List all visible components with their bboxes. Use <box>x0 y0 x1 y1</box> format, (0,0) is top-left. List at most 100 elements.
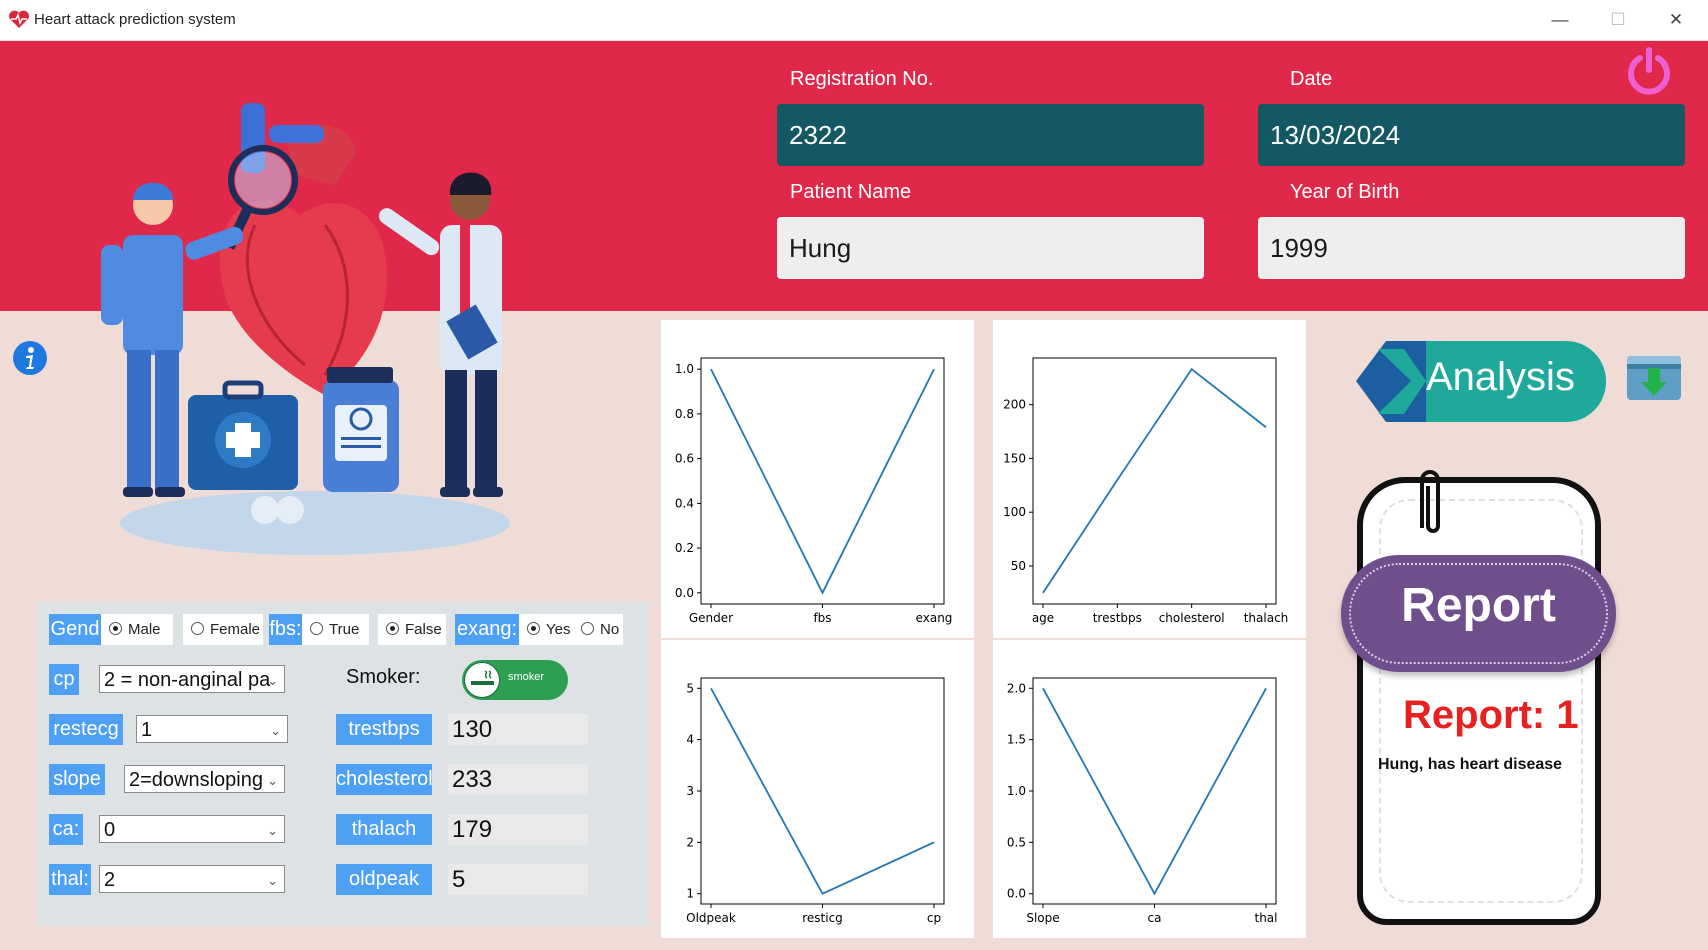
paperclip-icon <box>1420 470 1440 533</box>
y-tick-label: 3 <box>686 784 694 798</box>
chart-panel-4: 0.0 0.5 1.0 1.5 2.0 Slope ca thal <box>993 640 1306 938</box>
gender-male-radio[interactable]: Male <box>101 614 173 645</box>
x-tick-label: Gender <box>689 611 733 625</box>
series-line <box>710 368 935 595</box>
y-tick-label: 0.6 <box>675 452 694 466</box>
report-result: Report: 1 <box>1403 693 1579 737</box>
date-label: Date <box>1290 68 1333 90</box>
thal-label: thal: <box>49 864 91 895</box>
ca-select-value: 0 <box>104 819 116 841</box>
series-line <box>710 687 935 895</box>
chevron-down-icon: ⌄ <box>267 823 278 838</box>
ca-label: ca: <box>49 814 83 845</box>
smoker-toggle[interactable]: smoker <box>462 660 568 700</box>
chevron-down-icon: ⌄ <box>270 723 281 738</box>
registration-input[interactable]: 2322 <box>777 104 1204 166</box>
radio-dot-checked <box>109 621 122 635</box>
oldpeak-input[interactable]: 5 <box>448 864 588 895</box>
info-icon[interactable] <box>12 340 48 376</box>
chevron-down-icon: ⌄ <box>267 773 278 788</box>
fbs-false-radio[interactable]: False <box>378 614 446 645</box>
oldpeak-label: oldpeak <box>336 864 432 895</box>
chevron-down-icon: ⌄ <box>267 673 278 688</box>
exang-yes-radio[interactable]: Yes <box>519 614 573 645</box>
y-tick-label: 0.4 <box>675 496 694 510</box>
restecg-label: restecg <box>49 714 123 745</box>
radio-dot <box>191 621 204 635</box>
x-tick-label: ca <box>1148 911 1162 925</box>
download-archive-icon[interactable] <box>1625 350 1683 402</box>
y-tick-label: 2 <box>686 835 694 849</box>
ca-select[interactable]: 0 ⌄ <box>99 815 285 843</box>
y-tick-label: 0.2 <box>675 541 694 555</box>
slope-label: slope <box>49 764 105 795</box>
plot-frame <box>1032 677 1277 905</box>
cholesterol-label: cholesterol <box>336 764 432 795</box>
radio-dot-checked <box>527 621 540 635</box>
slope-select[interactable]: 2=downsloping ⌄ <box>124 765 285 793</box>
radio-dot <box>310 621 323 635</box>
x-tick-label: Slope <box>1026 911 1059 925</box>
minimize-button[interactable]: — <box>1537 6 1583 34</box>
restecg-select[interactable]: 1 ⌄ <box>136 715 288 743</box>
x-tick-label: Oldpeak <box>686 911 736 925</box>
report-badge-label: Report <box>1401 579 1556 632</box>
maximize-button[interactable]: ☐ <box>1595 6 1641 34</box>
series-line <box>1042 687 1267 896</box>
plot-frame <box>700 357 945 605</box>
title-bar: Heart attack prediction system — ☐ ✕ <box>0 0 1708 41</box>
patient-name-label: Patient Name <box>790 181 912 203</box>
registration-label: Registration No. <box>790 68 934 90</box>
fbs-true-radio[interactable]: True <box>302 614 369 645</box>
patient-name-input[interactable]: Hung <box>777 217 1204 279</box>
thalach-label: thalach <box>336 814 432 845</box>
exang-no-radio[interactable]: No <box>573 614 623 645</box>
y-tick-label: 1.5 <box>1007 733 1026 747</box>
radio-dot <box>581 621 594 635</box>
y-tick-label: 1 <box>686 887 694 901</box>
y-tick-label: 2.0 <box>1007 681 1026 695</box>
x-tick-label: trestbps <box>1093 611 1142 625</box>
line-chart-vitals: 50 100 150 200 age trestbps cholesterol thalach <box>1003 357 1289 625</box>
chart-panel-2: 50 100 150 200 age trestbps cholesterol thalach <box>993 320 1306 638</box>
x-tick-label: thalach <box>1244 611 1289 625</box>
chart-panel-1: 0.0 0.2 0.4 0.6 0.8 1.0 Gender fbs exang <box>661 320 974 638</box>
patient-form-panel: Gend Male Female fbs: True False exang: … <box>38 602 648 926</box>
trestbps-input[interactable]: 130 <box>448 714 588 745</box>
fbs-true-label: True <box>329 621 360 638</box>
exang-label: exang: <box>455 614 519 645</box>
power-icon[interactable] <box>1624 46 1674 96</box>
chevron-down-icon: ⌄ <box>267 873 278 888</box>
gender-label: Gend <box>49 614 101 645</box>
y-tick-label: 1.0 <box>675 362 694 376</box>
birth-year-input[interactable]: 1999 <box>1258 217 1685 279</box>
cholesterol-input[interactable]: 233 <box>448 764 588 795</box>
plot-frame <box>700 677 945 905</box>
smoker-label: Smoker: <box>346 666 421 688</box>
gender-male-label: Male <box>128 621 161 638</box>
fbs-label: fbs: <box>269 614 302 645</box>
gender-female-label: Female <box>210 621 261 638</box>
thal-select-value: 2 <box>104 869 116 891</box>
cigarette-glyph <box>471 670 494 685</box>
thal-select[interactable]: 2 ⌄ <box>99 865 285 893</box>
thalach-input[interactable]: 179 <box>448 814 588 845</box>
gender-female-radio[interactable]: Female <box>183 614 263 645</box>
cp-select[interactable]: 2 = non-anginal pa ⌄ <box>99 665 285 693</box>
slope-select-value: 2=downsloping <box>129 769 263 791</box>
analysis-button[interactable]: Analysis <box>1356 341 1606 422</box>
report-badge: Report <box>1341 555 1616 672</box>
y-tick-label: 150 <box>1003 451 1026 465</box>
report-message: Hung, has heart disease <box>1378 756 1563 773</box>
y-tick-label: 4 <box>686 733 694 747</box>
exang-no-label: No <box>600 621 620 638</box>
date-input[interactable]: 13/03/2024 <box>1258 104 1685 166</box>
heart-icon <box>9 10 29 28</box>
analysis-button-label: Analysis <box>1426 355 1575 399</box>
smoker-toggle-text: smoker <box>508 671 545 683</box>
birth-year-label: Year of Birth <box>1290 181 1400 203</box>
x-tick-label: exang <box>916 611 953 625</box>
trestbps-label: trestbps <box>336 714 432 745</box>
close-button[interactable]: ✕ <box>1653 6 1699 34</box>
x-tick-label: resticg <box>802 911 843 925</box>
